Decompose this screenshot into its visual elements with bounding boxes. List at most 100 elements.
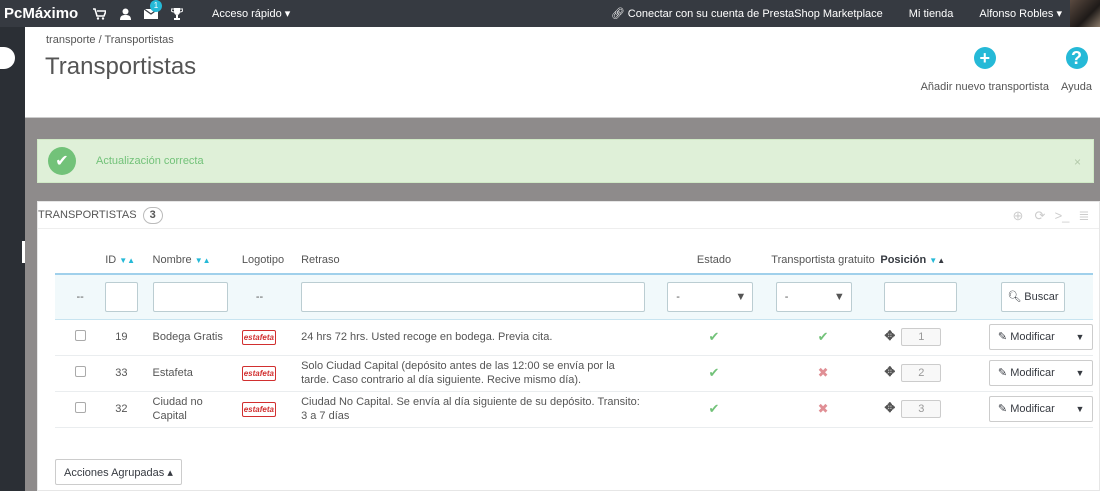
header-id[interactable]: ID ▼▲ xyxy=(105,246,152,274)
user-icon[interactable] xyxy=(112,0,138,27)
caret-down-icon: ▼ xyxy=(833,290,845,303)
count-badge: 3 xyxy=(142,206,163,224)
search-button[interactable]: 🔍︎ Buscar xyxy=(1000,281,1065,312)
avatar[interactable] xyxy=(1070,0,1100,27)
trophy-icon[interactable] xyxy=(164,0,190,27)
table-row[interactable]: 32 Ciudad no Capital estafeta Ciudad No … xyxy=(55,391,1093,428)
marketplace-link[interactable]: Conectar con su cuenta de PrestaShop Mar… xyxy=(628,8,883,20)
header-name[interactable]: Nombre ▼▲ xyxy=(153,246,242,274)
table-row[interactable]: 19 Bodega Gratis estafeta 24 hrs 72 hrs.… xyxy=(55,319,1093,356)
add-circle-icon[interactable]: ⊕ xyxy=(1007,207,1029,225)
sort-icon: ▼▲ xyxy=(119,255,136,265)
drag-handle-icon[interactable]: ✥ xyxy=(884,364,895,379)
help-button[interactable]: ? Ayuda xyxy=(1061,47,1092,93)
quick-access-menu[interactable]: Acceso rápido ▾ xyxy=(212,7,290,20)
filter-position-input[interactable] xyxy=(884,281,958,312)
header-delay: Retraso xyxy=(301,253,340,266)
row-delay: 24 hrs 72 hrs. Usted recoge en bodega. P… xyxy=(301,319,663,356)
help-label: Ayuda xyxy=(1061,81,1092,93)
success-alert: ✔ Actualización correcta × xyxy=(37,139,1094,183)
carriers-table: ID ▼▲ Nombre ▼▲ Logotipo Retraso Estado … xyxy=(55,246,1093,428)
brand-name[interactable]: PcMáximo xyxy=(0,5,86,22)
row-checkbox[interactable] xyxy=(74,365,86,377)
pencil-icon: ✎ xyxy=(997,403,1008,415)
sidebar xyxy=(0,27,25,491)
check-circle-icon: ✔ xyxy=(48,147,76,175)
user-menu[interactable]: Alfonso Robles ▾ xyxy=(979,7,1062,20)
close-icon[interactable]: × xyxy=(1074,155,1081,169)
check-icon[interactable]: ✔ xyxy=(818,329,829,344)
database-icon[interactable]: ≣ xyxy=(1073,207,1095,225)
filter-id-input[interactable] xyxy=(105,281,139,312)
top-bar: PcMáximo 1 Acceso rápido ▾ 🔗︎ Conectar c… xyxy=(0,0,1100,27)
filter-name-input[interactable] xyxy=(152,281,228,312)
search-icon: 🔍︎ xyxy=(1007,291,1022,304)
caret-down-icon: ▼ xyxy=(735,290,747,303)
header-position[interactable]: Posición ▼▲ xyxy=(880,246,967,274)
caret-down-icon: ▼ xyxy=(1075,404,1085,414)
position-box: 3 xyxy=(901,400,942,418)
cart-icon[interactable] xyxy=(86,0,112,27)
row-id: 19 xyxy=(105,319,153,356)
sidebar-toggle[interactable] xyxy=(0,47,15,69)
plus-circle-icon: + xyxy=(973,47,996,69)
link-icon: 🔗︎ xyxy=(610,8,625,20)
position-box: 1 xyxy=(901,328,942,346)
sort-icon: ▼ xyxy=(929,255,938,265)
sort-icon: ▲ xyxy=(937,255,946,265)
refresh-icon[interactable]: ⟳ xyxy=(1029,207,1051,225)
add-carrier-label: Añadir nuevo transportista xyxy=(920,81,1049,93)
filter-row: -- -- - ▼ - ▼ 🔍︎ Buscar xyxy=(55,273,1093,320)
add-carrier-button[interactable]: + Añadir nuevo transportista xyxy=(921,47,1049,93)
edit-button[interactable]: ✎ Modificar ▼ xyxy=(988,324,1093,350)
panel-title: TRANSPORTISTAS xyxy=(38,209,137,221)
drag-handle-icon[interactable]: ✥ xyxy=(884,328,895,343)
row-name: Bodega Gratis xyxy=(152,319,242,356)
page-title: Transportistas xyxy=(45,53,197,80)
edit-button[interactable]: ✎ Modificar ▼ xyxy=(988,396,1093,422)
bulk-actions-button[interactable]: Acciones Agrupadas ▴ xyxy=(55,459,182,485)
row-delay: Solo Ciudad Capital (depósito antes de l… xyxy=(301,355,663,392)
alert-message: Actualización correcta xyxy=(96,155,204,167)
drag-handle-icon[interactable]: ✥ xyxy=(884,400,895,415)
cross-icon[interactable]: ✖ xyxy=(818,365,829,380)
carrier-logo: estafeta xyxy=(241,329,276,345)
mail-icon[interactable]: 1 xyxy=(138,0,164,27)
filter-dash: -- xyxy=(55,273,106,320)
caret-down-icon: ▼ xyxy=(1075,368,1085,378)
filter-delay-input[interactable] xyxy=(301,281,646,312)
pencil-icon: ✎ xyxy=(997,367,1008,379)
my-store-link[interactable]: Mi tienda xyxy=(909,8,954,20)
row-checkbox[interactable] xyxy=(74,401,86,413)
row-name: Estafeta xyxy=(152,355,242,392)
filter-free-select[interactable]: - ▼ xyxy=(775,281,852,312)
cross-icon[interactable]: ✖ xyxy=(818,401,829,416)
carrier-logo: estafeta xyxy=(241,365,276,381)
caret-down-icon: ▼ xyxy=(1075,332,1085,342)
header-free: Transportista gratuito xyxy=(771,253,875,266)
terminal-icon[interactable]: >_ xyxy=(1051,207,1073,225)
header-status: Estado xyxy=(696,253,732,266)
check-icon[interactable]: ✔ xyxy=(709,401,720,416)
table-row[interactable]: 33 Estafeta estafeta Solo Ciudad Capital… xyxy=(55,355,1093,392)
panel-heading: TRANSPORTISTAS 3 xyxy=(38,202,1099,229)
panel-tools: ⊕ ⟳ >_ ≣ xyxy=(1007,207,1095,225)
sort-icon: ▼▲ xyxy=(194,255,211,265)
filter-status-select[interactable]: - ▼ xyxy=(667,281,754,312)
position-box: 2 xyxy=(901,364,942,382)
row-name: Ciudad no Capital xyxy=(152,391,242,428)
edit-button[interactable]: ✎ Modificar ▼ xyxy=(988,360,1093,386)
check-icon[interactable]: ✔ xyxy=(709,365,720,380)
page-header: transporte / Transportistas Transportist… xyxy=(25,27,1100,118)
carriers-panel: TRANSPORTISTAS 3 ⊕ ⟳ >_ ≣ ID ▼▲ Nombre ▼… xyxy=(37,201,1100,491)
row-id: 33 xyxy=(105,355,153,392)
pencil-icon: ✎ xyxy=(997,331,1008,343)
notification-badge: 1 xyxy=(150,0,162,12)
question-circle-icon: ? xyxy=(1065,47,1088,69)
carrier-logo: estafeta xyxy=(241,401,276,417)
breadcrumb[interactable]: transporte / Transportistas xyxy=(46,34,174,46)
row-delay: Ciudad No Capital. Se envía al día sigui… xyxy=(301,391,663,428)
header-logo: Logotipo xyxy=(241,253,285,266)
check-icon[interactable]: ✔ xyxy=(709,329,720,344)
row-checkbox[interactable] xyxy=(74,329,86,341)
